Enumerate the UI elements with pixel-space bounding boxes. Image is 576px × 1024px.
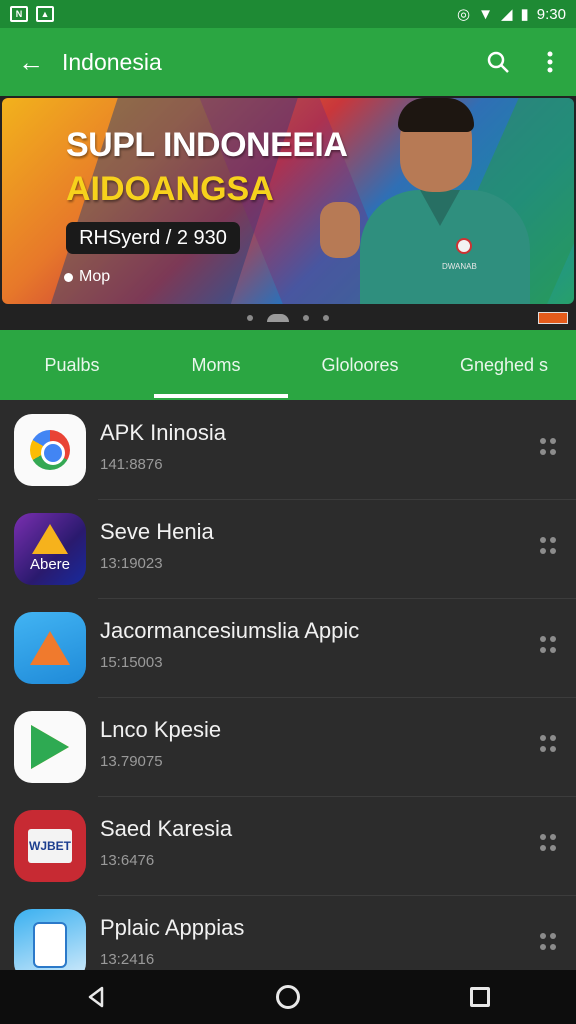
banner-link-label: Mop	[79, 268, 111, 285]
abere-icon: Abere	[14, 512, 86, 585]
tab-gneghed[interactable]: Gneghed s	[432, 330, 576, 400]
page-title: Indonesia	[62, 48, 162, 75]
pager-dot-active[interactable]	[267, 314, 289, 322]
system-nav-bar	[0, 970, 576, 1024]
card-icon: WJBET	[14, 809, 86, 882]
banner-person-image: DWANAB	[320, 98, 550, 304]
app-meta: 13:6476	[100, 852, 155, 869]
list-item[interactable]: WJBET Saed Karesia 13:6476	[0, 796, 576, 895]
banner-pill[interactable]: RHSyerd / 2 930	[66, 222, 240, 254]
more-vertical-icon[interactable]	[524, 50, 576, 74]
promo-banner[interactable]: SUPL INDONEEIA AIDOANGSA RHSyerd / 2 930…	[0, 96, 576, 330]
bullet-icon	[64, 272, 73, 282]
banner-link[interactable]: Mop	[64, 268, 110, 286]
shirt-logo-icon	[456, 238, 472, 254]
app-name: APK Ininosia	[100, 420, 226, 445]
pager-dot[interactable]	[303, 315, 309, 321]
banner-pager	[0, 308, 576, 328]
pager-dot[interactable]	[323, 315, 329, 321]
app-name: Jacormancesiumslia Appic	[100, 618, 360, 643]
category-tabs: Pualbs Moms Gloloores Gneghed s	[0, 330, 576, 400]
drag-handle-icon[interactable]	[540, 438, 556, 456]
tab-moms[interactable]: Moms	[144, 330, 288, 400]
list-item[interactable]: Jacormancesiumslia Appic 15:15003	[0, 598, 576, 697]
app-meta: 15:15003	[100, 654, 163, 671]
drag-handle-icon[interactable]	[540, 834, 556, 852]
drag-handle-icon[interactable]	[540, 735, 556, 753]
banner-card[interactable]: SUPL INDONEEIA AIDOANGSA RHSyerd / 2 930…	[2, 98, 574, 304]
app-bar: ← Indonesia	[0, 28, 576, 96]
app-meta: 13.79075	[100, 753, 163, 770]
search-icon[interactable]	[472, 50, 524, 74]
drag-handle-icon[interactable]	[540, 537, 556, 555]
tab-pualbs[interactable]: Pualbs	[0, 330, 144, 400]
list-item[interactable]: APK Ininosia 141:8876	[0, 400, 576, 499]
app-name: Saed Karesia	[100, 816, 233, 841]
app-name: Lnco Kpesie	[100, 717, 222, 742]
app-meta: 13:2416	[100, 951, 155, 968]
nav-recents-icon[interactable]	[450, 977, 510, 1017]
drag-handle-icon[interactable]	[540, 933, 556, 951]
abere-icon-label: Abere	[29, 556, 71, 573]
status-time: 9:30	[536, 5, 566, 23]
nav-back-icon[interactable]	[66, 977, 126, 1017]
list-item[interactable]: Pplaic Apppias 13:2416	[0, 895, 576, 970]
status-bar: N ▲ ◎ ▼ ◢ ▮ 9:30	[0, 0, 576, 28]
card-icon-label: WJBET	[28, 828, 72, 863]
image-icon: ▲	[36, 6, 54, 22]
signal-icon: ◢	[500, 6, 513, 23]
app-list: APK Ininosia 141:8876 Abere Seve Henia 1…	[0, 400, 576, 970]
pager-dot[interactable]	[247, 315, 253, 321]
shirt-brand: DWANAB	[442, 262, 477, 271]
banner-headline: SUPL INDONEEIA	[66, 126, 348, 164]
app-meta: 13:19023	[100, 555, 163, 572]
drag-handle-icon[interactable]	[540, 636, 556, 654]
arrow-left-icon[interactable]: ←	[0, 47, 62, 78]
list-item[interactable]: Lnco Kpesie 13.79075	[0, 697, 576, 796]
app-meta: 141:8876	[100, 456, 163, 473]
app-name: Pplaic Apppias	[100, 915, 245, 940]
tab-gloloores[interactable]: Gloloores	[288, 330, 432, 400]
arrow-blue-icon	[14, 611, 86, 684]
app-name: Seve Henia	[100, 519, 214, 544]
wifi-icon: ▼	[478, 5, 493, 23]
battery-indicator-icon	[538, 312, 568, 324]
battery-icon: ▮	[520, 6, 529, 23]
chrome-icon	[14, 413, 86, 486]
play-icon	[14, 710, 86, 783]
sync-icon: ◎	[457, 6, 471, 23]
notification-icon: N	[10, 6, 28, 22]
screen: N ▲ ◎ ▼ ◢ ▮ 9:30 ← Indonesia SUPL INDONE…	[0, 0, 576, 1024]
phone-apps-icon	[14, 908, 86, 970]
banner-subheadline: AIDOANGSA	[66, 170, 274, 208]
list-item[interactable]: Abere Seve Henia 13:19023	[0, 499, 576, 598]
nav-home-icon[interactable]	[258, 977, 318, 1017]
